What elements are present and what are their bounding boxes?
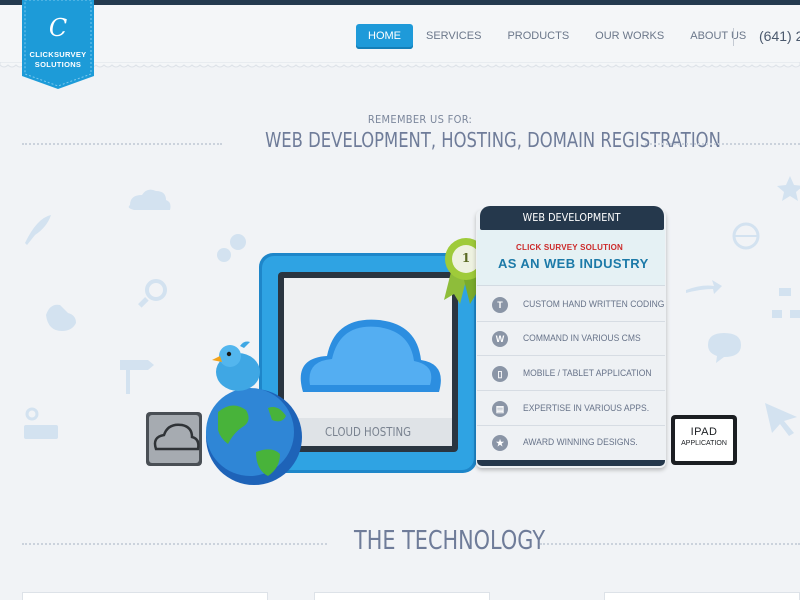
panel-tab-label: WEB DEVELOPMENT [523,211,621,224]
award-icon: ★ [492,435,508,451]
cloud-hosting-label: CLOUD HOSTING [325,425,411,439]
hero-title: WEB DEVELOPMENT, HOSTING, DOMAIN REGISTR… [265,128,721,152]
apps-icon: ▤ [492,401,508,417]
logo-line-2: SOLUTIONS [34,60,82,69]
feature-label: CUSTOM HAND WRITTEN CODING [523,299,665,310]
globe-bg-icon [732,222,760,250]
signpost-icon [120,360,154,394]
ipad-application-badge: IPAD APPLICATION [671,415,737,465]
feature-item-coding: T CUSTOM HAND WRITTEN CODING [477,288,665,322]
feature-item-apps: ▤ EXPERTISE IN VARIOUS APPS. [477,392,665,426]
logo[interactable]: C CLICKSURVEY SOLUTIONS [22,0,94,90]
arrow-icon [686,280,722,294]
logo-text: CLICKSURVEY SOLUTIONS [22,50,94,70]
mobile-icon: ▯ [492,366,508,382]
star-icon [777,176,800,201]
sitemap-icon [772,288,800,318]
tech-dots-left [22,543,327,545]
nav-services[interactable]: SERVICES [413,24,494,49]
nav-home[interactable]: HOME [356,24,413,49]
panel-subtitle: CLICK SURVEY SOLUTION [516,243,624,252]
tech-dots-right [540,543,800,545]
ipad-screen: IPAD APPLICATION [675,419,733,461]
feature-item-mobile: ▯ MOBILE / TABLET APPLICATION [477,357,665,391]
logo-letter: C [48,14,68,42]
nav-products[interactable]: PRODUCTS [494,24,582,49]
title-dots-left [22,143,222,145]
award-number: 1 [461,251,471,265]
small-cloud-tile [146,412,202,466]
technology-heading: THE TECHNOLOGY [354,526,546,556]
feature-item-cms: W COMMAND IN VARIOUS CMS [477,322,665,356]
ipad-subtitle: APPLICATION [681,440,727,447]
phone-number[interactable]: (641) 2 [759,28,800,44]
feather-icon [25,215,51,245]
feature-label: MOBILE / TABLET APPLICATION [523,368,652,379]
title-dots-right [645,143,800,145]
panel-title: AS AN WEB INDUSTRY [498,256,649,271]
panel-tab[interactable]: WEB DEVELOPMENT [480,206,664,230]
gears-icon [217,234,246,262]
header-zigzag-border [0,62,800,68]
feature-label: AWARD WINNING DESIGNS. [523,437,638,448]
twitter-bird-icon [212,341,260,391]
feature-label: EXPERTISE IN VARIOUS APPS. [523,403,650,414]
panel-footer [477,460,665,466]
magnifier-icon [138,279,167,308]
main-nav: HOME SERVICES PRODUCTS OUR WORKS ABOUT U… [356,24,759,49]
nav-divider [733,28,734,46]
hero-kicker: REMEMBER US FOR: [367,113,473,126]
speech-bubble-icon [708,333,741,363]
cursor-icon [765,403,797,436]
tech-card-1 [22,592,268,600]
nav-our-works[interactable]: OUR WORKS [582,24,677,49]
ipad-title: IPAD [690,426,718,438]
wifi-router-icon [24,407,58,439]
hand-icon [46,304,76,331]
text-icon: T [492,297,508,313]
tech-card-3 [604,592,800,600]
nav-about-us[interactable]: ABOUT US [677,24,759,49]
feature-item-award: ★ AWARD WINNING DESIGNS. [477,426,665,460]
logo-line-1: CLICKSURVEY [29,50,87,59]
tech-card-2 [314,592,490,600]
feature-label: COMMAND IN VARIOUS CMS [523,333,641,344]
cloud-bg-icon [128,189,171,210]
wordpress-icon: W [492,331,508,347]
